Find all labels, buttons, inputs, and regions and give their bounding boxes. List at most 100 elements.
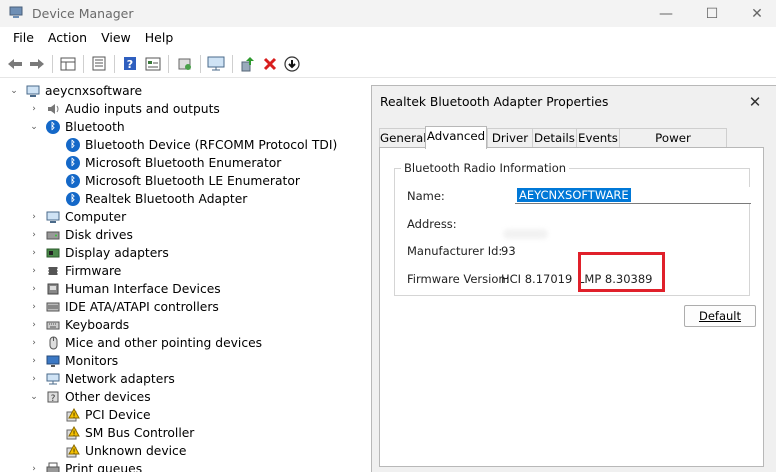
device-tree: ⌄ aeycnxsoftware › Audio inputs and outp… [0, 80, 372, 472]
chevron-right-icon[interactable]: › [28, 463, 40, 472]
tree-item-bt-enumerator[interactable]: ᛒ Microsoft Bluetooth Enumerator [66, 154, 281, 172]
scan-hardware-icon[interactable] [175, 54, 195, 73]
display-adapter-icon [46, 246, 60, 260]
tree-item-sm-bus[interactable]: ! SM Bus Controller [66, 424, 194, 442]
mouse-icon [46, 336, 60, 350]
properties-grid-icon[interactable] [58, 54, 78, 73]
default-button-label: Default [698, 309, 742, 323]
tree-item-ide[interactable]: › IDE ATA/ATAPI controllers [28, 298, 219, 316]
maximize-button[interactable]: ☐ [690, 0, 734, 27]
tree-item-label: SM Bus Controller [85, 426, 195, 440]
tree-item-label: Microsoft Bluetooth Enumerator [85, 156, 282, 170]
chevron-right-icon[interactable]: › [28, 319, 40, 331]
tree-item-firmware[interactable]: › Firmware [28, 262, 121, 280]
tab-details[interactable]: Details [532, 128, 577, 148]
firmware-hci-value: HCI 8.17019 [501, 272, 573, 286]
bluetooth-icon: ᛒ [46, 120, 60, 134]
chevron-right-icon[interactable]: › [28, 283, 40, 295]
chevron-down-icon[interactable]: ⌄ [28, 121, 40, 133]
chevron-right-icon[interactable]: › [28, 211, 40, 223]
tab-general[interactable]: General [379, 128, 427, 148]
tree-item-print-queues[interactable]: › Print queues [28, 460, 142, 472]
bluetooth-icon: ᛒ [66, 156, 80, 170]
advanced-tab-panel: Bluetooth Radio Information Name: AEYCNX… [379, 147, 764, 467]
tree-item-audio[interactable]: › Audio inputs and outputs [28, 100, 220, 118]
toolbar-separator [83, 55, 84, 73]
menu-view[interactable]: View [94, 27, 138, 49]
menu-action[interactable]: Action [41, 27, 94, 49]
chevron-down-icon[interactable]: ⌄ [8, 85, 20, 97]
chevron-right-icon[interactable]: › [28, 373, 40, 385]
name-input[interactable]: AEYCNXSOFTWARE [515, 187, 751, 204]
tree-item-pci-device[interactable]: ! PCI Device [66, 406, 151, 424]
firmware-label: Firmware Version: [407, 272, 510, 286]
minimize-button[interactable]: — [644, 0, 688, 27]
tree-item-label: Keyboards [65, 318, 130, 332]
tree-item-keyboards[interactable]: › Keyboards [28, 316, 129, 334]
tree-item-mice[interactable]: › Mice and other pointing devices [28, 334, 262, 352]
chevron-right-icon[interactable]: › [28, 265, 40, 277]
menu-file[interactable]: File [6, 27, 41, 49]
tree-item-label: Computer [65, 210, 127, 224]
tab-events[interactable]: Events [576, 128, 620, 148]
tree-item-bt-le-enumerator[interactable]: ᛒ Microsoft Bluetooth LE Enumerator [66, 172, 300, 190]
tree-item-other-devices[interactable]: ⌄ ? Other devices [28, 388, 150, 406]
tree-item-label: Bluetooth Device (RFCOMM Protocol TDI) [85, 138, 338, 152]
tree-item-label: Realtek Bluetooth Adapter [85, 192, 248, 206]
tree-item-bt-realtek[interactable]: ᛒ Realtek Bluetooth Adapter [66, 190, 247, 208]
tree-item-bt-rfcomm[interactable]: ᛒ Bluetooth Device (RFCOMM Protocol TDI) [66, 136, 337, 154]
monitor-icon[interactable] [206, 54, 226, 73]
uninstall-icon[interactable] [260, 54, 280, 73]
tree-item-network-adapters[interactable]: › Network adapters [28, 370, 175, 388]
tree-root-label: aeycnxsoftware [45, 84, 143, 98]
chevron-right-icon[interactable]: › [28, 355, 40, 367]
chevron-down-icon[interactable]: ⌄ [28, 391, 40, 403]
tree-item-label: Mice and other pointing devices [65, 336, 263, 350]
tab-advanced[interactable]: Advanced [425, 126, 487, 149]
chevron-right-icon[interactable]: › [28, 247, 40, 259]
ide-icon [46, 300, 60, 314]
view-icon[interactable] [143, 54, 163, 73]
forward-icon[interactable] [27, 54, 47, 73]
chevron-right-icon[interactable]: › [28, 301, 40, 313]
speaker-icon [46, 102, 60, 116]
network-icon [46, 372, 60, 386]
close-button[interactable]: ✕ [735, 0, 776, 27]
tree-item-monitors[interactable]: › Monitors [28, 352, 118, 370]
dialog-close-button[interactable]: ✕ [744, 92, 766, 112]
tab-power-management[interactable]: Power Management [619, 128, 727, 163]
tree-item-disk-drives[interactable]: › Disk drives [28, 226, 133, 244]
tree-root[interactable]: ⌄ aeycnxsoftware [8, 82, 142, 100]
manufacturer-label: Manufacturer Id: [407, 244, 503, 258]
name-value: AEYCNXSOFTWARE [517, 188, 631, 202]
keyboard-icon [46, 318, 60, 332]
tree-item-hid[interactable]: › Human Interface Devices [28, 280, 221, 298]
name-label: Name: [407, 189, 445, 203]
chevron-right-icon[interactable]: › [28, 337, 40, 349]
tree-item-label: Firmware [65, 264, 122, 278]
disk-icon [46, 228, 60, 242]
default-button[interactable]: Default [684, 305, 756, 327]
update-driver-icon[interactable] [238, 54, 258, 73]
tree-item-display-adapters[interactable]: › Display adapters [28, 244, 169, 262]
chevron-right-icon[interactable]: › [28, 103, 40, 115]
chevron-right-icon[interactable]: › [28, 229, 40, 241]
list-icon[interactable] [89, 54, 109, 73]
bluetooth-icon: ᛒ [66, 174, 80, 188]
svg-text:!: ! [73, 430, 76, 438]
warning-icon: ! [66, 425, 80, 440]
printer-icon [46, 462, 60, 472]
tree-item-unknown-device[interactable]: ! Unknown device [66, 442, 186, 460]
svg-text:!: ! [73, 448, 76, 456]
disable-icon[interactable] [282, 54, 302, 73]
hid-icon [46, 282, 60, 296]
manufacturer-value: 93 [501, 244, 516, 258]
tree-item-bluetooth[interactable]: ⌄ ᛒ Bluetooth [28, 118, 125, 136]
tree-item-computer[interactable]: › Computer [28, 208, 126, 226]
highlight-box [578, 252, 665, 292]
help-icon[interactable]: ? [120, 54, 140, 73]
menu-help[interactable]: Help [138, 27, 181, 49]
toolbar-separator [168, 55, 169, 73]
back-icon[interactable] [5, 54, 25, 73]
tab-driver[interactable]: Driver [487, 128, 533, 148]
